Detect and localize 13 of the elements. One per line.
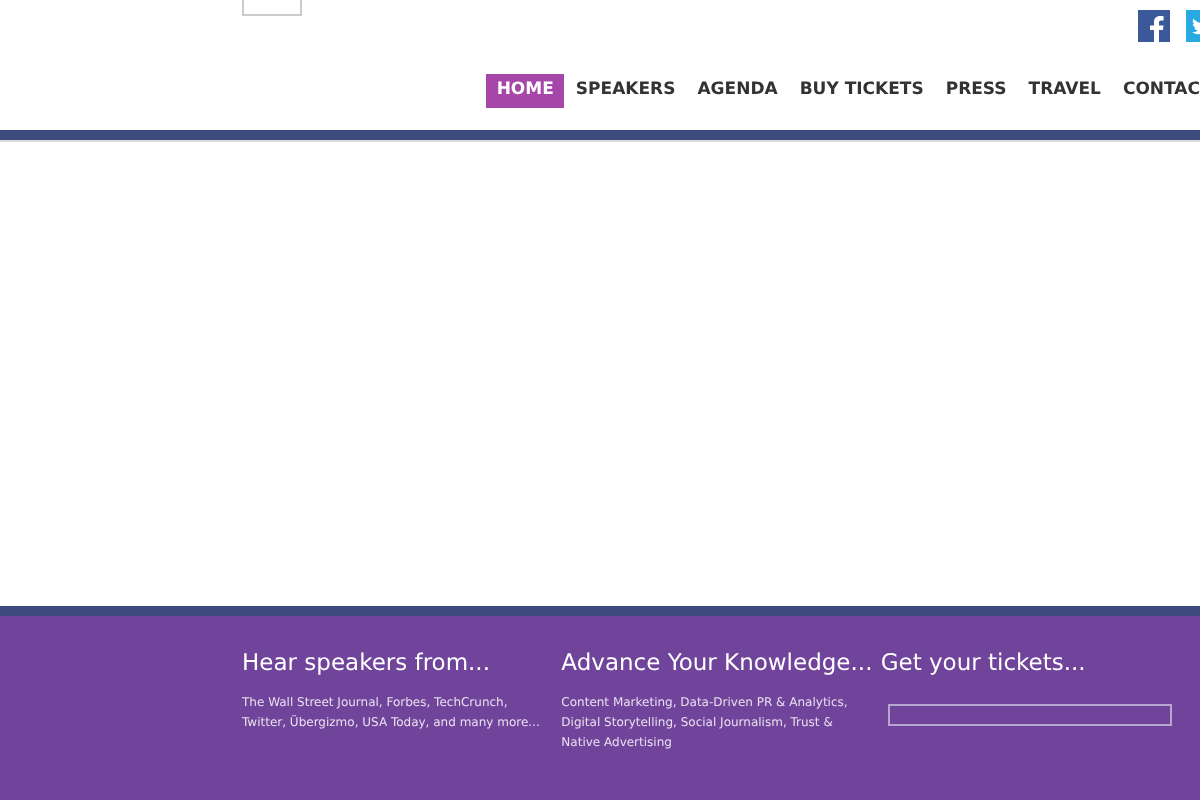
input-field[interactable] (888, 704, 1173, 726)
facebook-icon[interactable] (1138, 10, 1170, 42)
footer-heading: Advance Your Knowledge... (561, 648, 875, 676)
nav-link[interactable]: BUY TICKETS (789, 74, 934, 108)
nav-link[interactable]: SPEAKERS (565, 74, 686, 108)
footer-heading: Get your tickets... (880, 648, 1088, 676)
nav-link[interactable]: TRAVEL (1018, 74, 1111, 108)
footer-heading: Hear speakers from... (242, 648, 492, 676)
nav-link[interactable]: PRESS (935, 74, 1017, 108)
logo-placeholder (242, 0, 302, 16)
nav-link[interactable]: HOME (486, 74, 564, 108)
nav-link[interactable]: CONTAC (1112, 74, 1200, 108)
nav-link[interactable]: AGENDA (687, 74, 788, 108)
